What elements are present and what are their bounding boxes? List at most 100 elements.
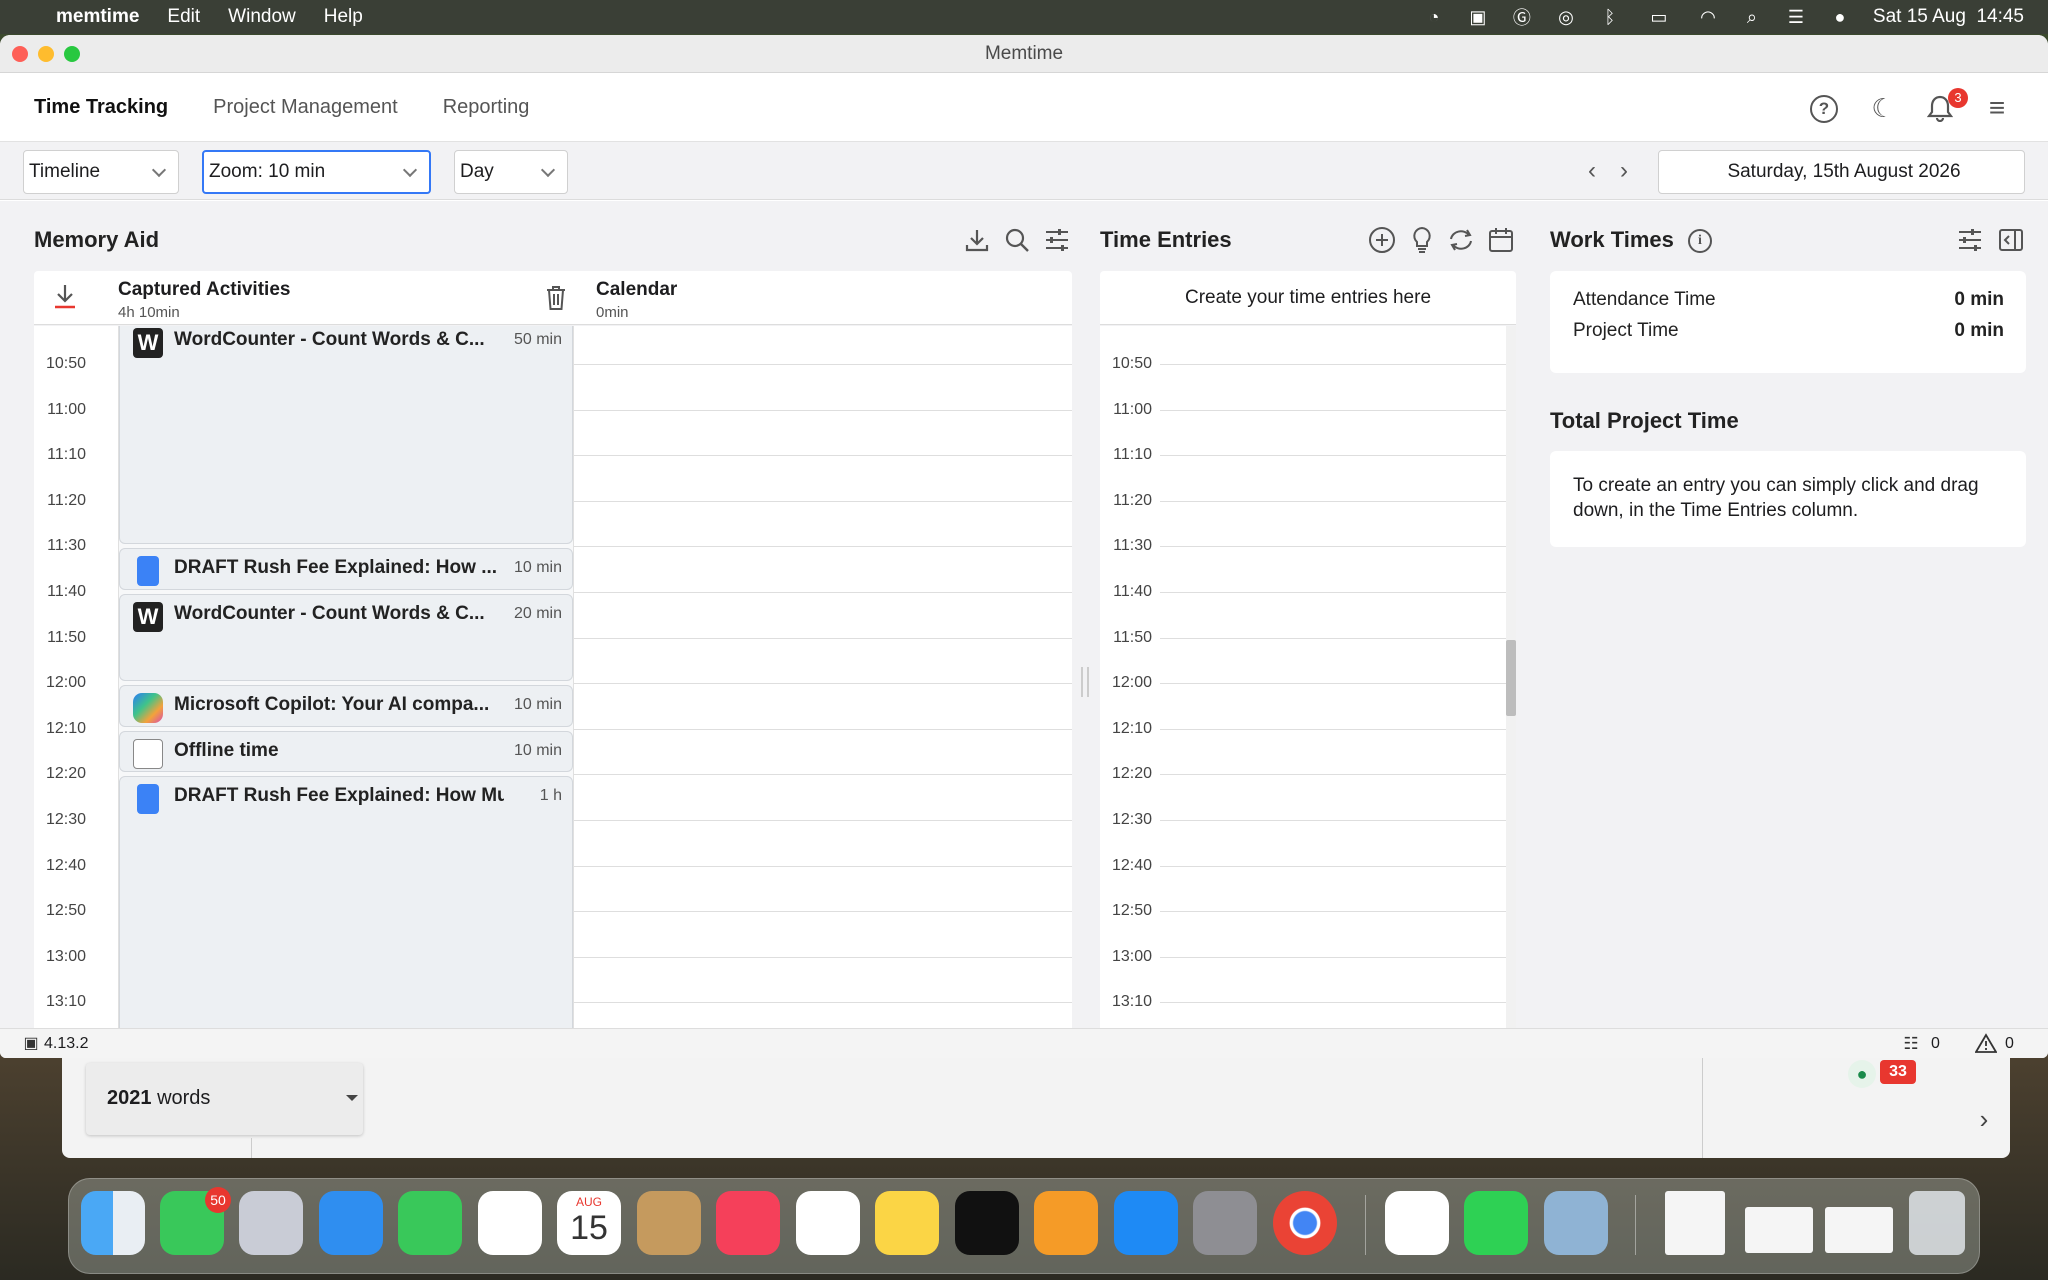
wifi-icon[interactable]: ◠ bbox=[1697, 7, 1719, 27]
airdrop-icon[interactable]: ◎ bbox=[1555, 7, 1577, 27]
reminders-icon[interactable] bbox=[478, 1191, 542, 1255]
grid-line bbox=[574, 1002, 1072, 1004]
view-select[interactable]: Timeline bbox=[23, 150, 179, 194]
time-label: 10:50 bbox=[1111, 355, 1152, 372]
lightbulb-icon[interactable] bbox=[1407, 225, 1437, 255]
activity-block[interactable]: W WordCounter - Count Words & C... 20 min bbox=[119, 594, 573, 682]
bluetooth-icon[interactable]: ᛒ bbox=[1599, 7, 1621, 27]
focus-icon[interactable]: ◔ bbox=[1423, 7, 1445, 27]
activity-duration: 10 min bbox=[513, 559, 562, 577]
app-store-icon[interactable] bbox=[1114, 1191, 1178, 1255]
word-count-widget[interactable]: 2021 words bbox=[86, 1063, 363, 1135]
warnings-count: 0 bbox=[2005, 1035, 2014, 1052]
launchpad-icon[interactable] bbox=[239, 1191, 303, 1255]
time-entries-timeline[interactable]: 10:50 11:00 11:10 11:20 11:30 11:40 11:50 12:00… bbox=[1100, 326, 1516, 1028]
menu-app-name[interactable]: memtime bbox=[56, 6, 139, 28]
tab-reporting[interactable]: Reporting bbox=[443, 96, 530, 119]
tab-time-tracking[interactable]: Time Tracking bbox=[34, 96, 168, 119]
trash-icon[interactable] bbox=[542, 283, 570, 313]
battery-icon[interactable]: ▭ bbox=[1643, 7, 1675, 27]
activity-block[interactable]: Offline time 10 min bbox=[119, 730, 573, 773]
search-icon[interactable] bbox=[1002, 225, 1032, 255]
content-area: Memory Aid Captured Activities 4h 10min … bbox=[0, 201, 2048, 1028]
grid-line bbox=[1160, 865, 1506, 867]
doc-divider bbox=[251, 1138, 252, 1158]
siri-icon[interactable]: ● bbox=[1829, 7, 1851, 27]
zoom-select[interactable]: Zoom: 10 min bbox=[202, 150, 431, 194]
menu-help[interactable]: Help bbox=[324, 6, 363, 28]
column-resize-handle[interactable] bbox=[1081, 667, 1089, 697]
chevron-right-icon[interactable]: › bbox=[1974, 1104, 1994, 1134]
work-times-settings-icon[interactable] bbox=[1955, 225, 1985, 255]
activity-block[interactable]: DRAFT Rush Fee Explained: How Mu... 1 h bbox=[119, 776, 573, 1028]
download-icon[interactable] bbox=[962, 225, 992, 255]
tab-project-management[interactable]: Project Management bbox=[213, 96, 398, 119]
total-project-time-hint: To create an entry you can simply click … bbox=[1573, 475, 1979, 521]
hamburger-menu-icon[interactable]: ≡ bbox=[1982, 92, 2012, 123]
time-label: 12:40 bbox=[1111, 856, 1152, 874]
memtime-tray-icon[interactable]: ▣ bbox=[1467, 7, 1489, 27]
chrome-icon[interactable] bbox=[1273, 1191, 1337, 1255]
add-entry-icon[interactable] bbox=[1367, 225, 1397, 255]
grid-line bbox=[574, 956, 1072, 958]
scrollbar-thumb[interactable] bbox=[1506, 640, 1516, 716]
range-select[interactable]: Day bbox=[454, 150, 568, 194]
music-icon[interactable] bbox=[716, 1191, 780, 1255]
background-document-window: 2021 words 33 ● › bbox=[62, 1058, 2010, 1158]
preview-icon[interactable] bbox=[1544, 1191, 1608, 1255]
time-entries-title: Time Entries bbox=[1100, 227, 1232, 252]
sync-icon[interactable] bbox=[1446, 225, 1476, 255]
menu-datetime[interactable]: Sat 15 Aug 14:45 bbox=[1873, 6, 2024, 28]
activity-block[interactable]: Microsoft Copilot: Your AI compa... 10 mi… bbox=[119, 685, 573, 727]
menu-window[interactable]: Window bbox=[228, 6, 296, 28]
warning-icon[interactable] bbox=[1974, 1033, 1998, 1053]
notes-icon[interactable] bbox=[875, 1191, 939, 1255]
activity-block[interactable]: DRAFT Rush Fee Explained: How ... 10 min bbox=[119, 548, 573, 590]
export-download-icon[interactable] bbox=[50, 281, 80, 311]
whatsapp-icon[interactable] bbox=[1464, 1191, 1528, 1255]
pages-icon[interactable] bbox=[1034, 1191, 1098, 1255]
minimized-window-thumbnail[interactable] bbox=[1825, 1207, 1893, 1253]
facetime-icon[interactable] bbox=[398, 1191, 462, 1255]
memtime-icon[interactable] bbox=[1385, 1191, 1449, 1255]
minimized-window-thumbnail[interactable] bbox=[1745, 1207, 1813, 1253]
control-center-icon[interactable]: ☰ bbox=[1785, 7, 1807, 27]
apple-tv-icon[interactable] bbox=[955, 1191, 1019, 1255]
chevron-down-icon bbox=[402, 162, 418, 177]
filter-settings-icon[interactable] bbox=[1042, 225, 1072, 255]
chevron-right-icon[interactable]: › bbox=[1612, 156, 1636, 186]
minimized-window-thumbnail[interactable] bbox=[1665, 1191, 1725, 1255]
dark-mode-icon[interactable]: ☾ bbox=[1868, 93, 1898, 123]
close-button[interactable] bbox=[12, 46, 28, 62]
help-icon[interactable]: ? bbox=[1810, 95, 1838, 123]
minimize-button[interactable] bbox=[38, 46, 54, 62]
time-label: 12:30 bbox=[1111, 811, 1152, 828]
memtime-tray-icon: ▣ bbox=[23, 1035, 39, 1052]
activity-title: DRAFT Rush Fee Explained: How Mu... bbox=[174, 785, 504, 807]
grid-line bbox=[574, 865, 1072, 867]
dock-separator bbox=[1635, 1195, 1636, 1255]
system-settings-icon[interactable] bbox=[1193, 1191, 1257, 1255]
trash-icon[interactable] bbox=[1909, 1191, 1965, 1255]
work-times-card: Attendance Time 0 min Project Time 0 min bbox=[1550, 271, 2026, 373]
calendar-icon[interactable] bbox=[1486, 225, 1516, 255]
chevron-left-icon[interactable]: ‹ bbox=[1580, 156, 1604, 186]
mail-icon[interactable] bbox=[319, 1191, 383, 1255]
task-list-icon[interactable]: ☷ bbox=[1900, 1034, 1922, 1054]
freeform-icon[interactable] bbox=[796, 1191, 860, 1255]
grid-line bbox=[1160, 364, 1506, 365]
menu-edit[interactable]: Edit bbox=[167, 6, 200, 28]
spotlight-search-icon[interactable]: ⌕ bbox=[1741, 7, 1763, 27]
grammarly-badge[interactable]: 33 bbox=[1880, 1060, 1916, 1084]
grammarly-icon[interactable]: Ⓖ bbox=[1511, 8, 1533, 28]
finder-icon[interactable] bbox=[81, 1191, 145, 1255]
activity-block[interactable]: W WordCounter - Count Words & C... 50 min bbox=[119, 326, 573, 545]
calendar-app-icon[interactable]: AUG 15 bbox=[557, 1191, 621, 1255]
date-picker[interactable]: Saturday, 15th August 2026 bbox=[1658, 150, 2025, 194]
info-icon[interactable]: i bbox=[1688, 229, 1712, 253]
contacts-icon[interactable] bbox=[637, 1191, 701, 1255]
zoom-button[interactable] bbox=[64, 46, 80, 62]
grid-line bbox=[1160, 455, 1506, 457]
grid-line bbox=[1160, 911, 1506, 913]
collapse-panel-icon[interactable] bbox=[1996, 225, 2026, 255]
